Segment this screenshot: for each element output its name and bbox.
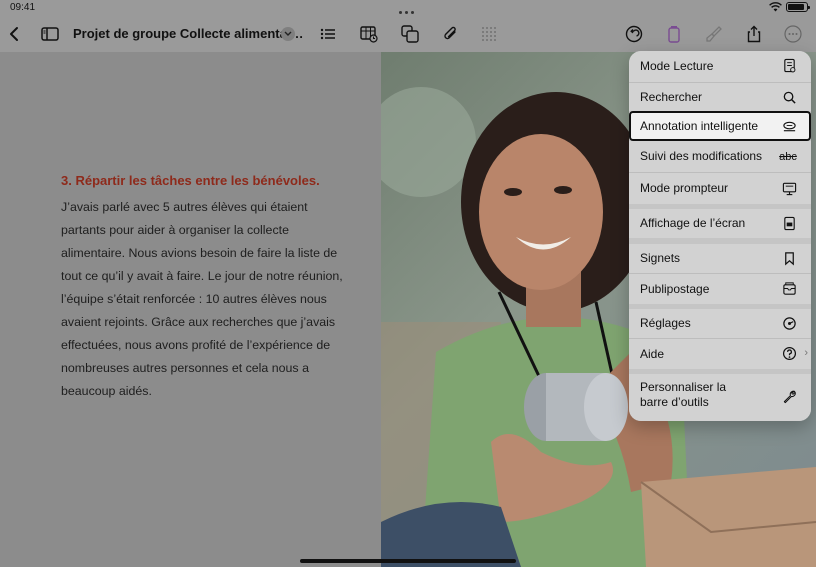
paragraph-line: alimentaire. Nous avions besoin de faire… [61, 246, 338, 260]
wifi-icon [769, 2, 782, 12]
battery-icon [786, 2, 810, 12]
color-icon[interactable] [663, 23, 685, 45]
chevron-down-icon[interactable] [281, 27, 295, 41]
menu-item-help[interactable]: Aide › [629, 338, 811, 369]
menu-item-presenter-mode[interactable]: Mode prompteur [629, 172, 811, 204]
menu-item-smart-annotation[interactable]: Annotation intelligente [629, 111, 811, 141]
grid-icon[interactable] [478, 23, 500, 45]
menu-item-label-line: barre d’outils [640, 395, 709, 409]
paragraph-line: beaucoup aidés. [61, 384, 152, 398]
chevron-right-icon: › [804, 347, 808, 359]
paragraph-line: nombreuses autres personnes et cela nous… [61, 361, 309, 375]
more-icon[interactable] [782, 23, 804, 45]
list-icon[interactable] [317, 23, 339, 45]
search-icon [781, 89, 797, 105]
more-menu: Mode Lecture Rechercher Annotation intel… [629, 51, 811, 421]
menu-item-label: Suivi des modifications [640, 149, 763, 163]
status-time: 09:41 [10, 2, 36, 13]
reading-mode-icon [781, 57, 797, 73]
menu-item-mail-merge[interactable]: Publipostage [629, 273, 811, 304]
menu-item-label: Rechercher [640, 90, 703, 104]
menu-item-track-changes[interactable]: Suivi des modifications abc [629, 141, 811, 172]
table-icon[interactable] [358, 23, 380, 45]
menu-item-label-line: Personnaliser la [640, 380, 727, 394]
paragraph-line: effectuées, nous avons profité de l’expé… [61, 338, 331, 352]
multitasking-dots-icon[interactable] [399, 6, 417, 14]
strikethrough-icon: abc [775, 149, 801, 165]
menu-item-label: Affichage de l’écran [640, 216, 746, 230]
paperclip-icon[interactable] [440, 23, 462, 45]
help-icon [781, 345, 797, 361]
share-icon[interactable] [743, 23, 765, 45]
paragraph-line: partants pour aider à organiser la colle… [61, 223, 289, 237]
strikethrough-icon-text: abc [779, 151, 797, 163]
paragraph-line: J’avais parlé avec 5 autres élèves qui é… [61, 200, 308, 214]
toolbar: Projet de groupe Collecte alimentai… [0, 16, 816, 52]
menu-item-search[interactable]: Rechercher [629, 82, 811, 111]
menu-item-label: Signets [640, 251, 681, 265]
smart-annotation-icon [781, 118, 797, 134]
menu-item-reading-mode[interactable]: Mode Lecture [629, 51, 811, 82]
shapes-icon[interactable] [399, 23, 421, 45]
settings-icon [781, 315, 797, 331]
paragraph-line: tout ce qu’il y avait à faire. Le jour d… [61, 269, 343, 283]
home-indicator[interactable] [300, 559, 516, 563]
wrench-icon [781, 388, 797, 404]
paragraph-line: avaient rejoints. Grâce aux recherches q… [61, 315, 336, 329]
menu-item-screen-display[interactable]: Affichage de l’écran [629, 209, 811, 238]
document-title[interactable]: Projet de groupe Collecte alimentai… [73, 26, 303, 41]
menu-item-label: Aide [640, 347, 665, 361]
paragraph-line: l’équipe s’était renforcée : 10 autres é… [61, 292, 327, 306]
menu-item-label: Réglages [640, 316, 691, 330]
status-bar: 09:41 [0, 0, 816, 16]
document-page[interactable]: 3. Répartir les tâches entre les bénévol… [0, 52, 381, 567]
back-icon[interactable] [4, 23, 26, 45]
section-heading: 3. Répartir les tâches entre les bénévol… [61, 173, 320, 188]
status-indicators [769, 2, 810, 12]
menu-item-label: Mode Lecture [640, 59, 714, 73]
menu-item-bookmarks[interactable]: Signets [629, 244, 811, 273]
menu-item-settings[interactable]: Réglages [629, 309, 811, 338]
body-paragraph: J’avais parlé avec 5 autres élèves qui é… [61, 196, 351, 403]
brush-icon[interactable] [703, 23, 725, 45]
menu-item-customize-toolbar[interactable]: Personnaliser la barre d’outils [629, 374, 811, 421]
screen-display-icon [781, 215, 797, 231]
menu-item-label: Personnaliser la barre d’outils [640, 380, 726, 410]
bookmark-icon [781, 250, 797, 266]
sidebar-icon[interactable] [39, 23, 61, 45]
presenter-icon [781, 180, 797, 196]
menu-item-label: Annotation intelligente [640, 119, 759, 133]
menu-item-label: Publipostage [640, 282, 710, 296]
undo-icon[interactable] [623, 23, 645, 45]
menu-item-label: Mode prompteur [640, 181, 729, 195]
mail-merge-icon [781, 280, 797, 296]
